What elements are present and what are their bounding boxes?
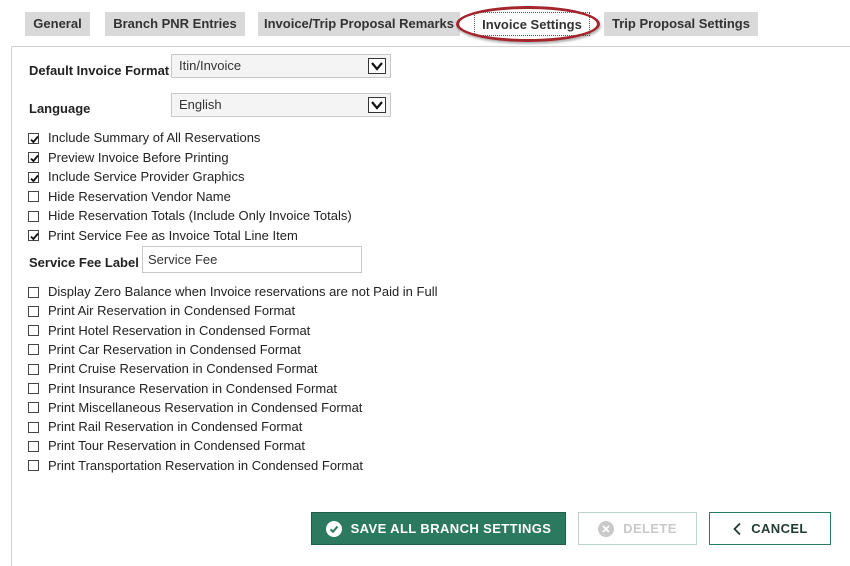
default-invoice-format-select[interactable]: Itin/Invoice [171, 54, 391, 78]
chevron-down-icon[interactable] [368, 97, 386, 113]
checkbox-unchecked[interactable] [28, 460, 39, 472]
checkmark-icon [30, 154, 39, 163]
chevron-down-icon[interactable] [368, 58, 386, 74]
checkbox-row[interactable]: Print Cruise Reservation in Condensed Fo… [28, 361, 318, 377]
checkbox-row[interactable]: Print Tour Reservation in Condensed Form… [28, 438, 305, 454]
default-invoice-format-label: Default Invoice Format [29, 63, 170, 78]
checkbox-label: Print Car Reservation in Condensed Forma… [48, 341, 301, 357]
checkbox-checked[interactable] [28, 230, 39, 241]
checkbox-label: Print Transportation Reservation in Cond… [48, 457, 364, 473]
tab-branch-pnr-entries[interactable]: Branch PNR Entries [105, 12, 245, 36]
checkbox-label: Print Miscellaneous Reservation in Conde… [48, 399, 363, 415]
checkbox-label: Include Summary of All Reservations [48, 130, 261, 145]
checkbox-unchecked[interactable] [28, 363, 39, 375]
checkbox-label: Print Hotel Reservation in Condensed For… [48, 322, 311, 338]
checkbox-row[interactable]: Hide Reservation Vendor Name [28, 189, 231, 205]
service-fee-label: Service Fee Label [29, 255, 139, 270]
checkmark-icon [30, 174, 39, 182]
language-select[interactable]: English [171, 93, 391, 117]
checkbox-checked[interactable] [28, 152, 39, 163]
tab-general[interactable]: General [25, 12, 90, 36]
check-circle-icon [325, 520, 342, 537]
checkbox-row[interactable]: Print Transportation Reservation in Cond… [28, 458, 363, 474]
checkbox-row[interactable]: Print Hotel Reservation in Condensed For… [28, 323, 310, 339]
close-circle-icon [598, 520, 615, 537]
checkbox-label: Print Air Reservation in Condensed Forma… [48, 303, 296, 319]
checkbox-row[interactable]: Print Service Fee as Invoice Total Line … [28, 228, 298, 244]
default-invoice-format-value: Itin/Invoice [179, 58, 242, 73]
checkmark-icon [30, 232, 39, 241]
checkbox-checked[interactable] [28, 171, 39, 183]
checkbox-label: Preview Invoice Before Printing [48, 149, 229, 165]
delete-button-label: DELETE [623, 521, 677, 536]
checkbox-row[interactable]: Print Rail Reservation in Condensed Form… [28, 419, 302, 435]
service-fee-input[interactable]: Service Fee [142, 246, 362, 273]
checkbox-label: Print Tour Reservation in Condensed Form… [48, 438, 305, 454]
checkbox-label: Hide Reservation Vendor Name [48, 188, 231, 204]
checkbox-unchecked[interactable] [28, 421, 39, 433]
checkbox-unchecked[interactable] [28, 344, 39, 356]
checkbox-label: Print Cruise Reservation in Condensed Fo… [48, 361, 318, 377]
checkbox-row[interactable]: Display Zero Balance when Invoice reserv… [28, 284, 437, 300]
checkbox-row[interactable]: Preview Invoice Before Printing [28, 150, 229, 166]
chevron-left-icon [732, 522, 742, 536]
checkbox-unchecked[interactable] [28, 286, 39, 298]
language-value: English [179, 97, 222, 112]
checkbox-label: Display Zero Balance when Invoice reserv… [48, 284, 438, 299]
checkbox-label: Print Rail Reservation in Condensed Form… [48, 419, 303, 435]
cancel-button[interactable]: CANCEL [709, 512, 831, 545]
checkmark-icon [30, 135, 39, 143]
language-label: Language [29, 101, 91, 116]
checkbox-label: Print Service Fee as Invoice Total Line … [48, 227, 298, 243]
tab-trip-proposal-settings[interactable]: Trip Proposal Settings [604, 12, 758, 36]
checkbox-row[interactable]: Print Air Reservation in Condensed Forma… [28, 303, 295, 319]
checkbox-checked[interactable] [28, 132, 39, 144]
checkbox-unchecked[interactable] [28, 440, 39, 452]
checkbox-row[interactable]: Print Miscellaneous Reservation in Conde… [28, 400, 362, 416]
checkbox-unchecked[interactable] [28, 325, 39, 337]
save-button-label: SAVE ALL BRANCH SETTINGS [350, 521, 552, 536]
cancel-button-label: CANCEL [751, 521, 808, 536]
save-all-branch-settings-button[interactable]: SAVE ALL BRANCH SETTINGS [311, 512, 566, 545]
checkbox-label: Include Service Provider Graphics [48, 169, 245, 184]
checkbox-unchecked[interactable] [28, 305, 39, 317]
checkbox-label: Hide Reservation Totals (Include Only In… [48, 208, 352, 223]
tab-invoice-trip-proposal-remarks[interactable]: Invoice/Trip Proposal Remarks [258, 12, 460, 36]
checkbox-row[interactable]: Include Summary of All Reservations [28, 130, 260, 146]
checkbox-unchecked[interactable] [28, 383, 39, 394]
checkbox-unchecked[interactable] [28, 402, 39, 414]
checkbox-unchecked[interactable] [28, 210, 39, 222]
checkbox-row[interactable]: Print Car Reservation in Condensed Forma… [28, 342, 301, 358]
checkbox-label: Print Insurance Reservation in Condensed… [48, 380, 338, 396]
checkbox-row[interactable]: Include Service Provider Graphics [28, 169, 245, 185]
checkbox-row[interactable]: Hide Reservation Totals (Include Only In… [28, 208, 352, 224]
tab-invoice-settings[interactable]: Invoice Settings [474, 12, 590, 36]
delete-button[interactable]: DELETE [578, 512, 697, 545]
checkbox-row[interactable]: Print Insurance Reservation in Condensed… [28, 381, 337, 397]
checkbox-unchecked[interactable] [28, 191, 39, 202]
